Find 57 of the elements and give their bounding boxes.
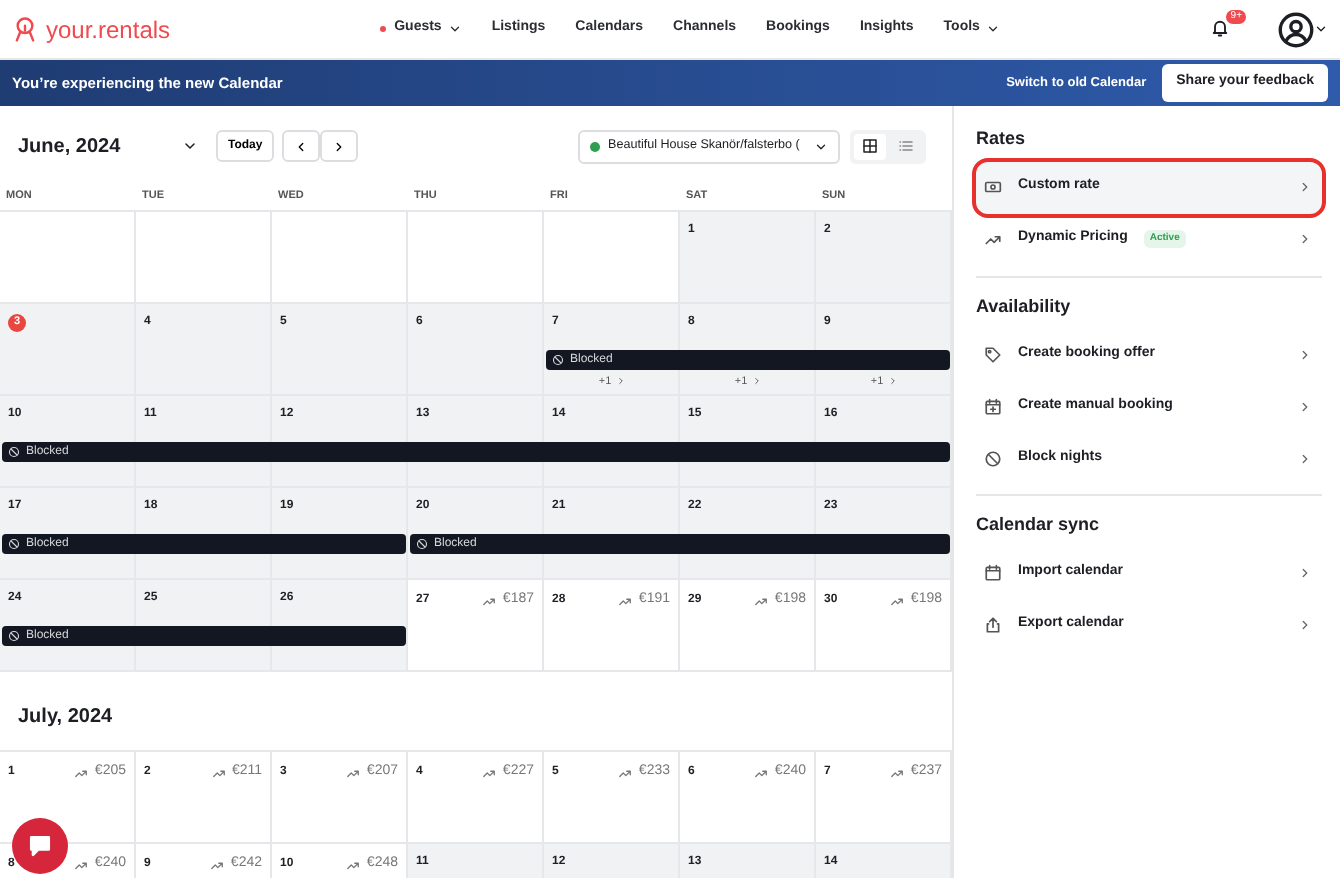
calendar-icon [984,564,1002,582]
trend-up-icon [482,765,497,780]
trend-up-icon [74,857,89,872]
caret-icon [447,22,462,36]
trend-up-icon [346,765,361,780]
chevron-right-icon [1298,232,1312,246]
section-title: Rates [976,126,1028,152]
trend-up-icon [618,593,633,608]
caret-icon [985,22,1000,36]
bell-icon[interactable] [1210,18,1230,39]
trend-up-icon [984,230,1002,248]
trend-up-icon [210,857,225,872]
chevron-right-icon [1298,180,1312,194]
trend-up-icon [890,765,905,780]
block-icon [552,354,564,366]
section-title: Calendar sync [976,512,1102,538]
previous-button[interactable] [282,130,321,162]
block-icon [416,538,428,550]
share-icon [984,616,1002,634]
chevron-right-icon [1298,618,1312,632]
grid-icon [862,138,878,154]
list-icon [898,138,914,154]
trend-up-icon [482,593,497,608]
month-title: June, 2024 [18,133,123,161]
avatar-icon[interactable] [1278,11,1314,47]
trend-up-icon [618,765,633,780]
caret-icon [814,139,828,153]
chevron-right-icon [1298,566,1312,580]
trend-up-icon [754,593,769,608]
section-title: Availability [976,293,1073,320]
chevron-right-icon [1298,451,1312,465]
chevron-right-icon [751,376,762,387]
chevron-right-icon [615,376,626,387]
calendar-plus-icon [984,397,1002,415]
block-icon [8,538,20,550]
chevron-right-icon [1298,347,1312,361]
block-icon [8,446,20,458]
chevron-right-icon [332,139,347,153]
cash-icon [984,178,1002,196]
trend-up-icon [74,765,89,780]
caret-icon[interactable] [182,138,198,154]
trend-up-icon [890,593,905,608]
trend-up-icon [346,857,361,872]
chevron-left-icon [294,139,309,153]
caret-icon [1314,22,1328,36]
block-icon [984,449,1002,467]
tag-icon [984,345,1002,363]
next-button[interactable] [320,130,359,162]
trend-up-icon [754,765,769,780]
view-toggle[interactable] [854,133,886,159]
chevron-right-icon [1298,399,1312,413]
block-icon [8,630,20,642]
trend-up-icon [211,765,226,780]
logo-icon [12,16,38,42]
chevron-right-icon [887,376,898,387]
chat-icon [26,832,54,860]
logo-text: your.rentals [46,13,171,47]
